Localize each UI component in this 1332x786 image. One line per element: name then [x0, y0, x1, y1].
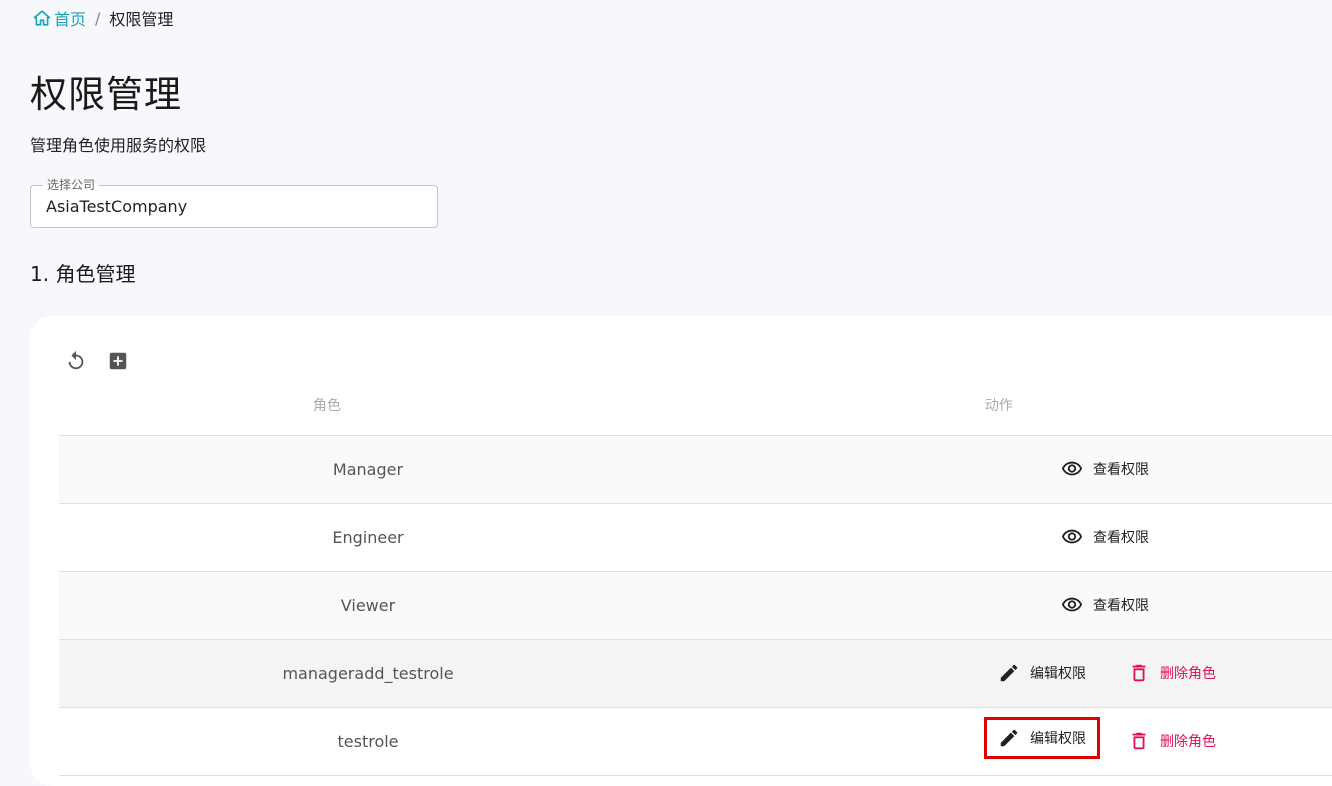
- eye-icon: [1061, 597, 1083, 612]
- page-description: 管理角色使用服务的权限: [30, 136, 207, 155]
- add-role-button[interactable]: [105, 348, 131, 374]
- company-select-value: AsiaTestCompany: [46, 197, 188, 216]
- role-name: manageradd_testrole: [282, 664, 454, 683]
- eye-icon: [1061, 461, 1083, 476]
- eye-icon: [1061, 529, 1083, 544]
- action-cell: 编辑权限 删除角色: [677, 640, 1332, 707]
- role-name: Engineer: [332, 528, 404, 547]
- table-header: 角色 动作: [59, 378, 1332, 436]
- breadcrumb-current: 权限管理: [109, 10, 174, 29]
- company-select[interactable]: 选择公司 AsiaTestCompany: [30, 176, 438, 228]
- trash-icon: [1132, 664, 1146, 682]
- edit-permissions-label: 编辑权限: [1030, 666, 1086, 682]
- view-permissions-button[interactable]: 查看权限: [1061, 526, 1149, 548]
- table-row: Engineer 查看权限: [59, 504, 1332, 572]
- view-permissions-label: 查看权限: [1093, 462, 1149, 478]
- edit-permissions-button[interactable]: 编辑权限: [984, 717, 1100, 759]
- action-cell: 查看权限: [677, 504, 1332, 571]
- edit-permissions-button[interactable]: 编辑权限: [998, 662, 1086, 684]
- delete-role-button[interactable]: 删除角色: [1128, 662, 1216, 684]
- table-toolbar: [63, 348, 147, 374]
- column-header-role: 角色: [312, 398, 341, 414]
- edit-permissions-label: 编辑权限: [1030, 731, 1086, 747]
- role-name: testrole: [337, 732, 399, 751]
- company-select-label: 选择公司: [43, 176, 100, 193]
- roles-card: 角色 动作 Manager 查看权限 Engineer 查看权限 Viewer …: [30, 316, 1332, 786]
- page-title: 权限管理: [30, 73, 182, 116]
- breadcrumb-home-link[interactable]: 首页: [33, 6, 86, 30]
- home-icon: [33, 10, 51, 26]
- view-permissions-button[interactable]: 查看权限: [1061, 458, 1149, 480]
- pencil-icon: [1000, 729, 1018, 747]
- table-row: testrole 编辑权限 删除角色: [59, 708, 1332, 776]
- refresh-icon: [68, 350, 84, 370]
- table-row: Manager 查看权限: [59, 436, 1332, 504]
- add-box-icon: [109, 352, 127, 370]
- action-cell: 编辑权限 删除角色: [677, 708, 1332, 775]
- view-permissions-label: 查看权限: [1093, 530, 1149, 546]
- delete-role-label: 删除角色: [1160, 666, 1216, 682]
- action-cell: 查看权限: [677, 572, 1332, 639]
- delete-role-label: 删除角色: [1160, 734, 1216, 750]
- roles-table: 角色 动作 Manager 查看权限 Engineer 查看权限 Viewer …: [59, 378, 1332, 776]
- table-row: Viewer 查看权限: [59, 572, 1332, 640]
- trash-icon: [1132, 732, 1146, 750]
- view-permissions-button[interactable]: 查看权限: [1061, 594, 1149, 616]
- pencil-icon: [1000, 664, 1018, 682]
- action-cell: 查看权限: [677, 436, 1332, 503]
- column-header-action: 动作: [984, 398, 1013, 414]
- breadcrumb-home-label: 首页: [54, 10, 87, 29]
- section-title: 1. 角色管理: [30, 262, 136, 286]
- refresh-button[interactable]: [63, 348, 89, 374]
- role-name: Manager: [332, 460, 404, 479]
- role-name: Viewer: [340, 596, 396, 615]
- view-permissions-label: 查看权限: [1093, 598, 1149, 614]
- breadcrumb: 首页 / 权限管理: [33, 6, 173, 30]
- table-row: manageradd_testrole 编辑权限 删除角色: [59, 640, 1332, 708]
- breadcrumb-separator: /: [95, 8, 101, 28]
- delete-role-button[interactable]: 删除角色: [1128, 730, 1216, 752]
